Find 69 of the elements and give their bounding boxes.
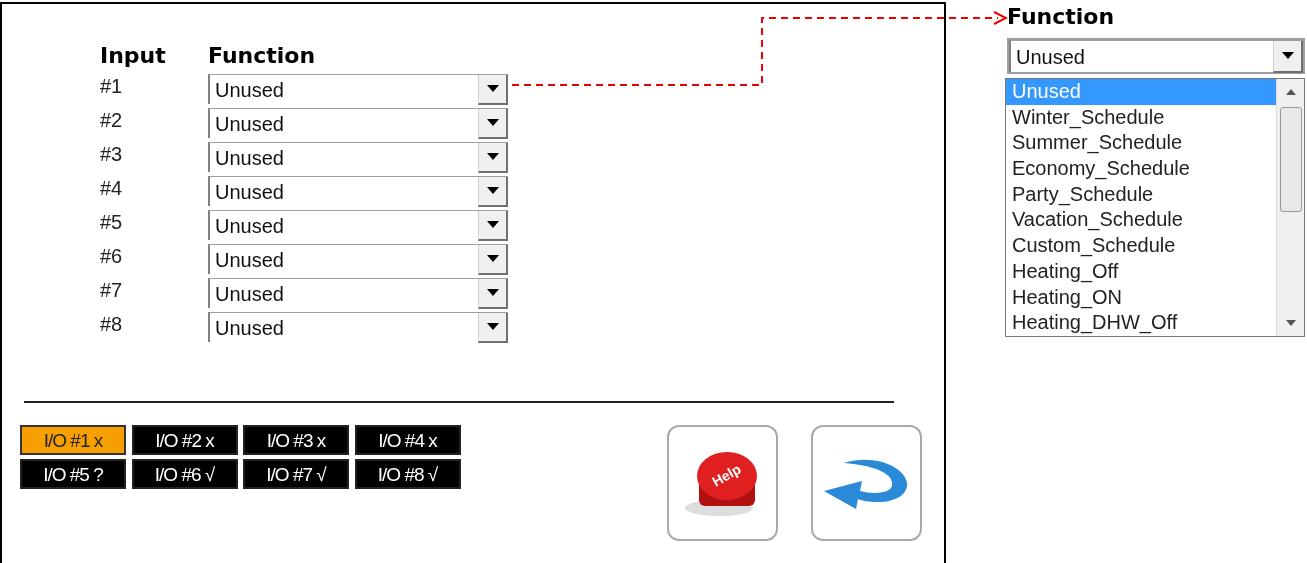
input-number: #4 [100,176,124,198]
dropdown-option[interactable]: Vacation_Schedule [1006,207,1276,234]
io-tab[interactable]: I/O #2 x [131,425,238,455]
io-tab[interactable]: I/O #3 x [243,425,349,455]
dropdown-option[interactable]: Summer_Schedule [1006,130,1276,157]
dropdown-value: Unused [214,283,285,304]
dropdown-arrow-button[interactable] [1273,40,1303,73]
caret-icon [486,153,499,160]
function-dropdown[interactable]: Unused [208,74,508,104]
caret-icon [486,323,499,330]
input-number: #8 [100,312,124,334]
caret-icon [486,255,499,262]
dropdown-value: Unused [214,147,285,168]
caret-icon [486,85,499,92]
dropdown-option[interactable]: Party_Schedule [1006,181,1276,208]
dropdown-arrow-button[interactable] [478,312,508,343]
dropdown-arrow-button[interactable] [478,142,508,173]
dropdown-value: Unused [214,79,285,100]
dropdown-arrow-button[interactable] [478,278,508,309]
input-number: #6 [100,244,124,266]
dropdown-arrow-button[interactable] [478,74,508,105]
function-dropdown[interactable]: Unused [208,312,508,342]
help-button-drawing: Help [680,446,765,520]
input-number: #7 [100,278,124,300]
caret-icon [486,221,499,228]
input-number: #5 [100,210,124,232]
dropdown-option[interactable]: Custom_Schedule [1006,233,1276,259]
function-dropdown[interactable]: Unused [208,142,508,172]
io-tab[interactable]: I/O #8 √ [354,459,461,489]
function-dropdown[interactable]: Unused [1009,40,1303,72]
caret-icon [486,119,499,126]
function-dropdown[interactable]: Unused [208,210,508,240]
next-button[interactable] [811,425,922,541]
dropdown-value: Unused [214,181,285,202]
dropdown-option[interactable]: Winter_Schedule [1006,104,1276,131]
caret-icon [486,187,499,194]
io-tab[interactable]: I/O #7 √ [243,459,349,489]
io-tab[interactable]: I/O #6 √ [131,459,238,489]
callout-label: Function [1007,6,1116,28]
function-dropdown[interactable]: Unused [208,176,508,206]
dropdown-arrow-button[interactable] [478,108,508,139]
column-header: Input [100,42,167,70]
caret-icon [1281,52,1294,59]
dropdown-option[interactable]: Heating_DHW_Off [1006,310,1276,336]
help-button[interactable]: Help [667,425,778,541]
dropdown-value: Unused [214,249,285,270]
io-tab[interactable]: I/O #5 ? [20,459,126,489]
function-dropdown[interactable]: Unused [208,244,508,274]
function-dropdown[interactable]: Unused [208,278,508,308]
input-number: #2 [100,108,124,130]
dropdown-option[interactable]: Heating_Off [1006,258,1276,285]
dropdown-arrow-button[interactable] [478,244,508,275]
dropdown-value: Unused [214,113,285,134]
dropdown-option[interactable]: Heating_ON [1006,284,1276,311]
dropdown-value: Unused [1015,46,1086,67]
io-tab[interactable]: I/O #1 x [20,425,126,455]
dropdown-arrow-button[interactable] [478,176,508,207]
scroll-up-icon [1285,89,1296,95]
io-tab[interactable]: I/O #4 x [354,425,461,455]
caret-icon [486,289,499,296]
dropdown-option[interactable]: Economy_Schedule [1006,156,1276,182]
column-header: Function [208,42,316,70]
function-dropdown[interactable]: Unused [208,108,508,138]
input-number: #3 [100,142,124,164]
dropdown-value: Unused [214,215,285,236]
dropdown-arrow-button[interactable] [478,210,508,241]
input-number: #1 [100,74,124,96]
scroll-down-icon [1285,320,1296,326]
dropdown-value: Unused [214,317,285,338]
